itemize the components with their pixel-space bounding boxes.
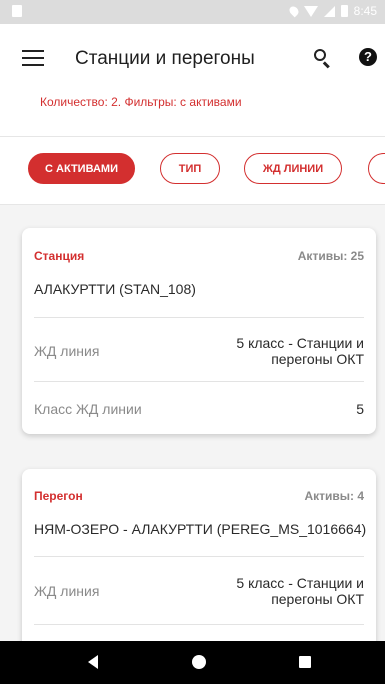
row-value-rail-line: 5 класс - Станции и перегоны ОКТ (236, 335, 364, 367)
help-icon[interactable]: ? (359, 48, 377, 66)
search-icon[interactable] (312, 47, 334, 69)
asset-card[interactable]: Станция Активы: 25 АЛАКУРТТИ (STAN_108) … (22, 228, 376, 434)
chip-more[interactable] (368, 153, 385, 184)
status-icons: 8:45 (287, 4, 377, 18)
row-label-rail-line: ЖД линия (34, 343, 100, 359)
filter-chips: С АКТИВАМИ ТИП ЖД ЛИНИИ (0, 137, 385, 205)
wifi-icon (303, 5, 318, 17)
card-name: АЛАКУРТТИ (STAN_108) (34, 281, 196, 297)
menu-icon[interactable] (22, 50, 44, 68)
row-label-rail-line: ЖД линия (34, 583, 100, 599)
system-nav-bar (0, 641, 385, 684)
card-assets-count: Активы: 25 (297, 249, 364, 263)
card-name: НЯМ-ОЗЕРО - АЛАКУРТТИ (PEREG_MS_1016664) (34, 521, 367, 537)
status-bar: 8:45 (0, 0, 385, 24)
chip-rail-lines[interactable]: ЖД ЛИНИИ (244, 153, 342, 184)
row-value-rail-class: 5 (356, 401, 364, 417)
divider (34, 624, 364, 625)
filter-summary: Количество: 2. Фильтры: с активами (40, 95, 242, 109)
page-title: Станции и перегоны (75, 48, 255, 69)
card-type: Станция (34, 249, 85, 263)
notification-icon (12, 5, 22, 17)
card-type: Перегон (34, 489, 83, 503)
status-time: 8:45 (353, 4, 377, 18)
asset-card[interactable]: Перегон Активы: 4 НЯМ-ОЗЕРО - АЛАКУРТТИ … (22, 469, 376, 659)
chip-with-assets[interactable]: С АКТИВАМИ (28, 153, 135, 184)
divider (34, 381, 364, 382)
back-icon[interactable] (88, 655, 98, 669)
row-label-rail-class: Класс ЖД линии (34, 401, 142, 417)
location-icon (287, 4, 301, 18)
divider (34, 317, 364, 318)
home-icon[interactable] (192, 655, 206, 669)
app-bar: Станции и перегоны ? Количество: 2. Филь… (0, 24, 385, 137)
recent-apps-icon[interactable] (299, 656, 311, 668)
signal-icon (323, 5, 335, 17)
card-assets-count: Активы: 4 (304, 489, 364, 503)
battery-icon (340, 5, 348, 17)
divider (34, 556, 364, 557)
chip-type[interactable]: ТИП (160, 153, 220, 184)
row-value-rail-line: 5 класс - Станции и перегоны ОКТ (236, 575, 364, 607)
